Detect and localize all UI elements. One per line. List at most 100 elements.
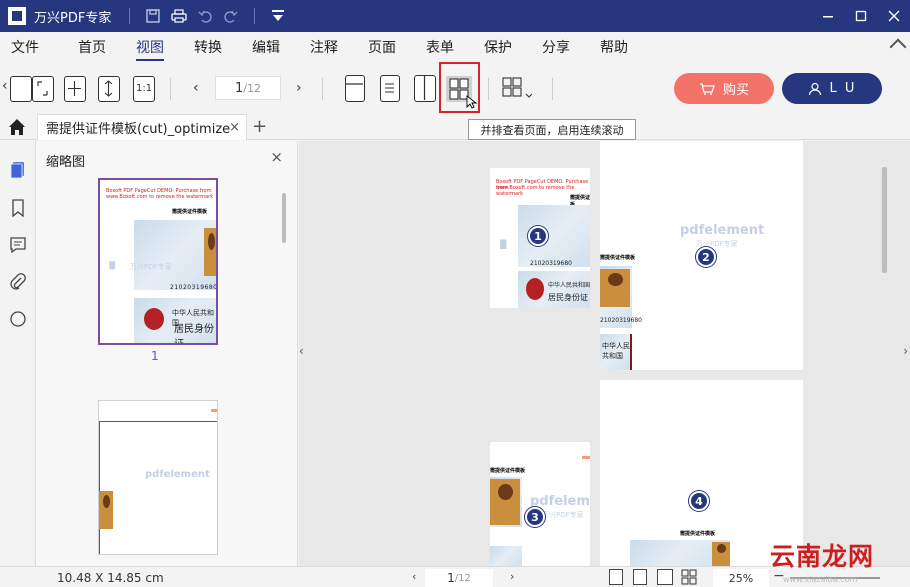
menu-edit[interactable]: 编辑 <box>252 32 280 62</box>
thumb-portrait <box>204 228 216 276</box>
page-badge-4: 4 <box>689 491 709 511</box>
view-tooltip: 并排查看页面，启用连续滚动 <box>468 119 636 140</box>
comment-icon[interactable] <box>9 236 27 254</box>
add-tab-icon[interactable]: + <box>252 116 267 137</box>
thumbnails-icon[interactable] <box>9 161 27 179</box>
thumbnail-page-2[interactable]: pdfelement <box>98 400 218 555</box>
zoom-1to1-button[interactable]: 1:1 <box>133 76 155 102</box>
menu-comment[interactable]: 注释 <box>310 32 338 62</box>
print-icon[interactable] <box>166 3 192 29</box>
bookmark-icon[interactable] <box>9 199 27 217</box>
save-icon[interactable] <box>140 3 166 29</box>
menu-help[interactable]: 帮助 <box>600 32 628 62</box>
app-title: 万兴PDF专家 <box>34 10 112 26</box>
page-2[interactable]: 需提供证件模板 21020319680 中华人民共和国 pdfelement 万… <box>600 141 803 370</box>
page-3-heading: 需提供证件模板 <box>490 468 526 474</box>
rotate-left-icon[interactable] <box>10 76 32 102</box>
grid-view-menu-button[interactable] <box>502 77 532 99</box>
page-3-marker <box>582 456 590 459</box>
user-account-button[interactable]: L U <box>782 73 882 104</box>
thumb-header-text-2: www.Boxoft.com to remove the watermark <box>106 194 214 200</box>
panel-close-icon[interactable]: × <box>270 148 283 166</box>
title-bar: 万兴PDF专家 <box>0 0 910 32</box>
thumbnail-page-1[interactable]: Boxoft PDF PageCut DEMO: Purchase from w… <box>98 178 218 345</box>
page-badge-1: 1 <box>528 226 548 246</box>
thumb-watermark: ▗ <box>104 254 115 270</box>
page-4-heading: 需提供证件模板 <box>680 531 716 537</box>
page-1-national-emblem <box>526 278 544 300</box>
page-2-portrait <box>600 269 630 307</box>
actual-size-icon[interactable] <box>98 76 120 102</box>
grid-view-icon <box>502 77 532 98</box>
page-number-input[interactable]: 1/12 <box>215 76 281 100</box>
prev-page-icon[interactable]: ‹ <box>193 80 199 96</box>
collapse-left-icon[interactable]: ‹ <box>299 344 304 358</box>
brand-watermark-url: www.xiazaiba.com <box>783 575 858 584</box>
menu-file[interactable]: 文件 <box>11 32 39 62</box>
menu-share[interactable]: 分享 <box>542 32 570 62</box>
page-3[interactable]: 需提供证件模板 pdfelement 万兴PDF专家 3 <box>490 442 590 566</box>
page-3-id-card-back <box>490 546 522 566</box>
attachment-icon[interactable] <box>9 273 27 291</box>
buy-button[interactable]: 购买 <box>674 73 774 104</box>
page-2-watermark: pdfelement <box>680 223 765 238</box>
menu-home[interactable]: 首页 <box>78 32 106 62</box>
minimize-icon[interactable] <box>811 0 844 32</box>
status-prev-page-icon[interactable]: ‹ <box>412 570 416 583</box>
toolbar-separator <box>488 78 489 100</box>
document-tab-label: 需提供证件模板(cut)_optimize <box>46 122 231 137</box>
next-page-icon[interactable]: › <box>296 80 302 96</box>
menu-form[interactable]: 表单 <box>426 32 454 62</box>
fit-page-icon[interactable] <box>64 76 86 102</box>
page-2-id-number: 21020319680 <box>600 317 642 324</box>
toolbar-separator <box>552 78 553 100</box>
close-icon[interactable] <box>877 0 910 32</box>
tab-close-icon[interactable]: × <box>229 120 240 135</box>
menu-convert[interactable]: 转换 <box>194 32 222 62</box>
status-two-page-icon[interactable] <box>657 569 673 585</box>
status-page-input[interactable]: 1/12 <box>425 569 493 587</box>
toolbar-scroll-left-icon[interactable]: ‹ <box>2 78 8 94</box>
thumb-page-2-marker <box>211 409 217 412</box>
toolbar-separator <box>170 78 171 100</box>
undo-icon[interactable] <box>192 3 218 29</box>
thumbnail-panel-title: 缩略图 <box>46 155 86 170</box>
document-tab[interactable]: 需提供证件模板(cut)_optimize × <box>37 114 247 140</box>
single-page-view-icon[interactable] <box>345 75 365 102</box>
page-badge-3: 3 <box>525 507 545 527</box>
document-tab-bar: 需提供证件模板(cut)_optimize × + <box>0 114 910 140</box>
zoom-level-input[interactable]: 25% <box>713 569 769 587</box>
home-icon[interactable] <box>8 118 26 136</box>
user-icon <box>808 82 821 95</box>
status-single-page-icon[interactable] <box>609 569 623 585</box>
maximize-icon[interactable] <box>844 0 877 32</box>
toolbar-separator <box>322 78 323 100</box>
page-1[interactable]: Boxoft PDF PageCut DEMO: Purchase from w… <box>490 168 590 308</box>
status-two-page-scroll-icon[interactable] <box>681 569 697 585</box>
page-3-watermark: pdfelement <box>530 494 590 509</box>
collapse-ribbon-icon[interactable] <box>889 38 907 56</box>
dropdown-icon[interactable] <box>265 3 291 29</box>
status-next-page-icon[interactable]: › <box>510 570 514 583</box>
menu-protect[interactable]: 保护 <box>484 32 512 62</box>
thumb-national-emblem <box>144 308 164 330</box>
page-total: /12 <box>243 81 261 95</box>
menu-page[interactable]: 页面 <box>368 32 396 62</box>
status-page-total: /12 <box>454 572 471 584</box>
document-scrollbar[interactable] <box>882 167 887 273</box>
search-icon[interactable] <box>9 310 27 328</box>
menu-view[interactable]: 视图 <box>136 32 164 62</box>
thumbnail-scrollbar[interactable] <box>282 193 286 243</box>
collapse-right-icon[interactable]: › <box>903 344 908 358</box>
thumbnail-page-number: 1 <box>151 349 159 363</box>
page-1-watermark: ▗ <box>494 230 507 249</box>
continuous-view-icon[interactable] <box>380 75 400 102</box>
fit-width-icon[interactable] <box>32 76 54 102</box>
thumb-id-card-text: 居民身份证 <box>174 324 214 345</box>
two-page-view-icon[interactable] <box>414 75 436 102</box>
page-current: 1 <box>235 80 244 96</box>
redo-icon[interactable] <box>218 3 244 29</box>
page-1-id-card-text: 居民身份证 <box>548 293 588 302</box>
thumb-id-number: 21020319680 <box>170 284 218 291</box>
status-continuous-icon[interactable] <box>633 569 647 585</box>
